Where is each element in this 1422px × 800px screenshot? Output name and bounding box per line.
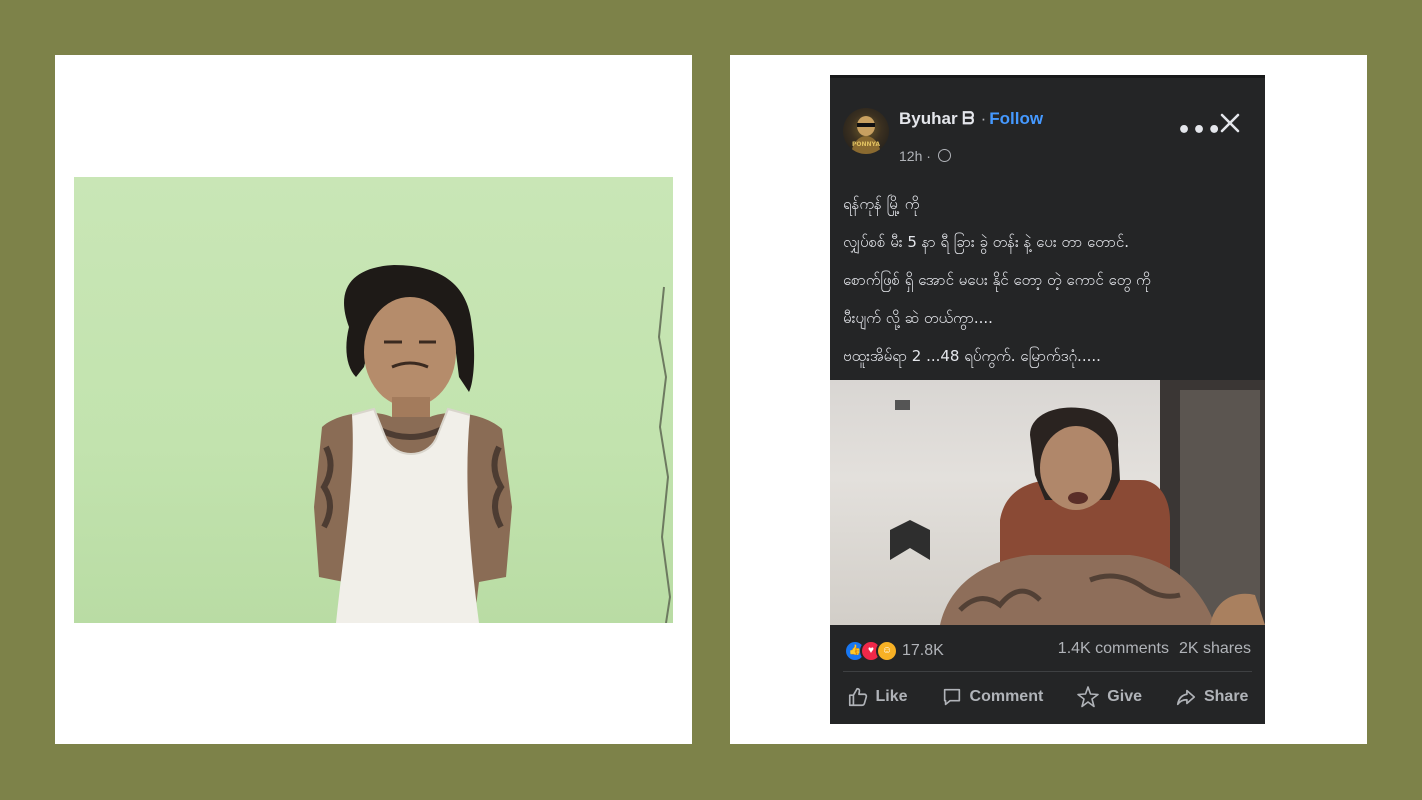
avatar-text: PONNYA [852, 141, 880, 148]
engagement-counts: 1.4K comments 2K shares [1058, 640, 1251, 658]
reaction-count: 17.8K [902, 642, 944, 659]
globe-icon [937, 149, 951, 162]
photo-illustration [314, 265, 672, 623]
facebook-post: PONNYA Byuhar ᗷ · Follow 12h · ••• ရန်ကုန်… [830, 75, 1265, 724]
like-label: Like [875, 688, 908, 705]
shares-count[interactable]: 2K shares [1179, 640, 1251, 657]
like-button[interactable]: Like [843, 686, 912, 708]
post-image-illustration [890, 380, 1265, 625]
follow-button[interactable]: Follow [989, 109, 1043, 128]
thumbs-up-icon [848, 687, 867, 707]
star-burst-icon [1077, 686, 1100, 708]
comment-label: Comment [969, 688, 1044, 705]
post-line: ဗထူးအိမ်ရာ 2 ...48 ရပ်ကွက်. မြောက်ဒဂုံ..… [843, 347, 1101, 365]
more-horizontal-icon[interactable]: ••• [1177, 118, 1222, 143]
share-icon [1176, 689, 1196, 706]
post-actions: Like Comment Give Share [830, 677, 1265, 717]
actions-divider [843, 671, 1252, 672]
share-button[interactable]: Share [1171, 686, 1252, 708]
post-top-edge [830, 75, 1265, 78]
author-name[interactable]: Byuhar ᗷ [899, 109, 975, 128]
comments-count[interactable]: 1.4K comments [1058, 640, 1169, 657]
comment-button[interactable]: Comment [937, 686, 1048, 708]
give-button[interactable]: Give [1072, 685, 1146, 709]
right-panel: PONNYA Byuhar ᗷ · Follow 12h · ••• ရန်ကုန်… [730, 55, 1367, 744]
share-label: Share [1203, 688, 1249, 705]
post-body: ရန်ကုန် မြို့ ကို လျှပ်စစ် မီး 5 နာ ရီ ခ… [843, 185, 1258, 375]
close-icon[interactable] [1218, 111, 1242, 135]
post-line: လျှပ်စစ် မီး 5 နာ ရီ ခြား ခွဲ တန်း နဲ့ ပ… [843, 233, 1129, 251]
post-image[interactable] [830, 380, 1265, 625]
care-reaction-icon: ☺ [876, 640, 898, 662]
post-line: မီးပျက် လို့ ဆဲ တယ်ကွာ.... [843, 309, 993, 327]
post-timestamp[interactable]: 12h · [899, 148, 951, 164]
give-label: Give [1107, 688, 1142, 705]
comment-icon [943, 688, 960, 706]
left-panel [55, 55, 692, 744]
post-line: စောက်ဖြစ် ရှိ အောင် မပေး နိုင် တော့ တဲ့ … [843, 271, 1151, 289]
post-line: ရန်ကုန် မြို့ ကို [843, 195, 920, 213]
author-avatar[interactable]: PONNYA [843, 108, 889, 154]
reactions-summary[interactable]: 👍 ♥ ☺ 17.8K [844, 640, 944, 662]
header-separator: · [980, 109, 987, 128]
post-stats: 👍 ♥ ☺ 17.8K 1.4K comments 2K shares [830, 636, 1265, 666]
post-header: Byuhar ᗷ · Follow [899, 109, 1043, 129]
mugshot-photo [74, 177, 673, 623]
post-time: 12h · [899, 148, 931, 164]
